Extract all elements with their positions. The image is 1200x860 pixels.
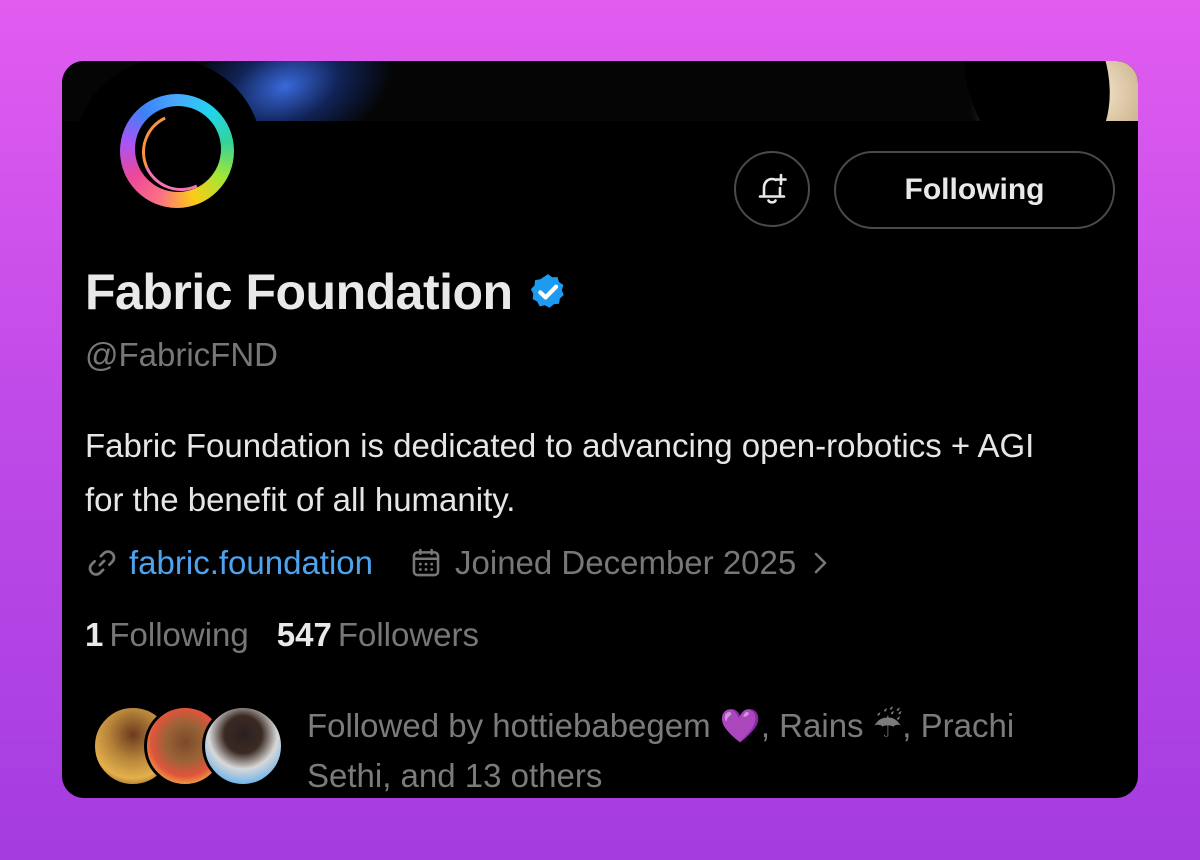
profile-meta: fabric.foundation Joined December 2025 xyxy=(85,541,832,585)
joined-date: Joined December 2025 xyxy=(455,544,797,581)
chevron-right-icon[interactable] xyxy=(810,548,832,578)
following-button[interactable]: Following xyxy=(834,151,1115,229)
notifications-button[interactable] xyxy=(734,151,810,227)
verified-badge-icon[interactable] xyxy=(527,271,569,313)
follower-avatar xyxy=(202,705,284,787)
profile-bio: Fabric Foundation is dedicated to advanc… xyxy=(85,427,1035,518)
followers-label: Followers xyxy=(337,616,480,653)
profile-handle: @FabricFND xyxy=(85,336,279,373)
display-name: Fabric Foundation xyxy=(85,264,513,320)
website-link[interactable]: fabric.foundation xyxy=(129,544,373,582)
followers-count: 547 xyxy=(276,616,332,653)
name-row: Fabric Foundation xyxy=(85,261,569,323)
following-label: Following xyxy=(109,616,249,653)
profile-avatar[interactable] xyxy=(74,61,262,247)
following-count: 1 xyxy=(85,616,104,653)
profile-card: Following Fabric Foundation @FabricFND F… xyxy=(62,61,1138,798)
followed-by-section[interactable]: Followed by hottiebabegem 💜, Rains ☔, Pr… xyxy=(92,701,1112,794)
bell-plus-icon xyxy=(758,173,787,204)
following-stat[interactable]: 1 Following xyxy=(85,616,249,654)
link-icon xyxy=(88,550,116,576)
followed-by-text: Followed by hottiebabegem 💜, Rains ☔, Pr… xyxy=(307,707,1015,794)
calendar-icon xyxy=(412,548,440,577)
followers-stat[interactable]: 547 Followers xyxy=(277,616,479,654)
follow-counts: 1 Following 547 Followers xyxy=(85,616,479,654)
